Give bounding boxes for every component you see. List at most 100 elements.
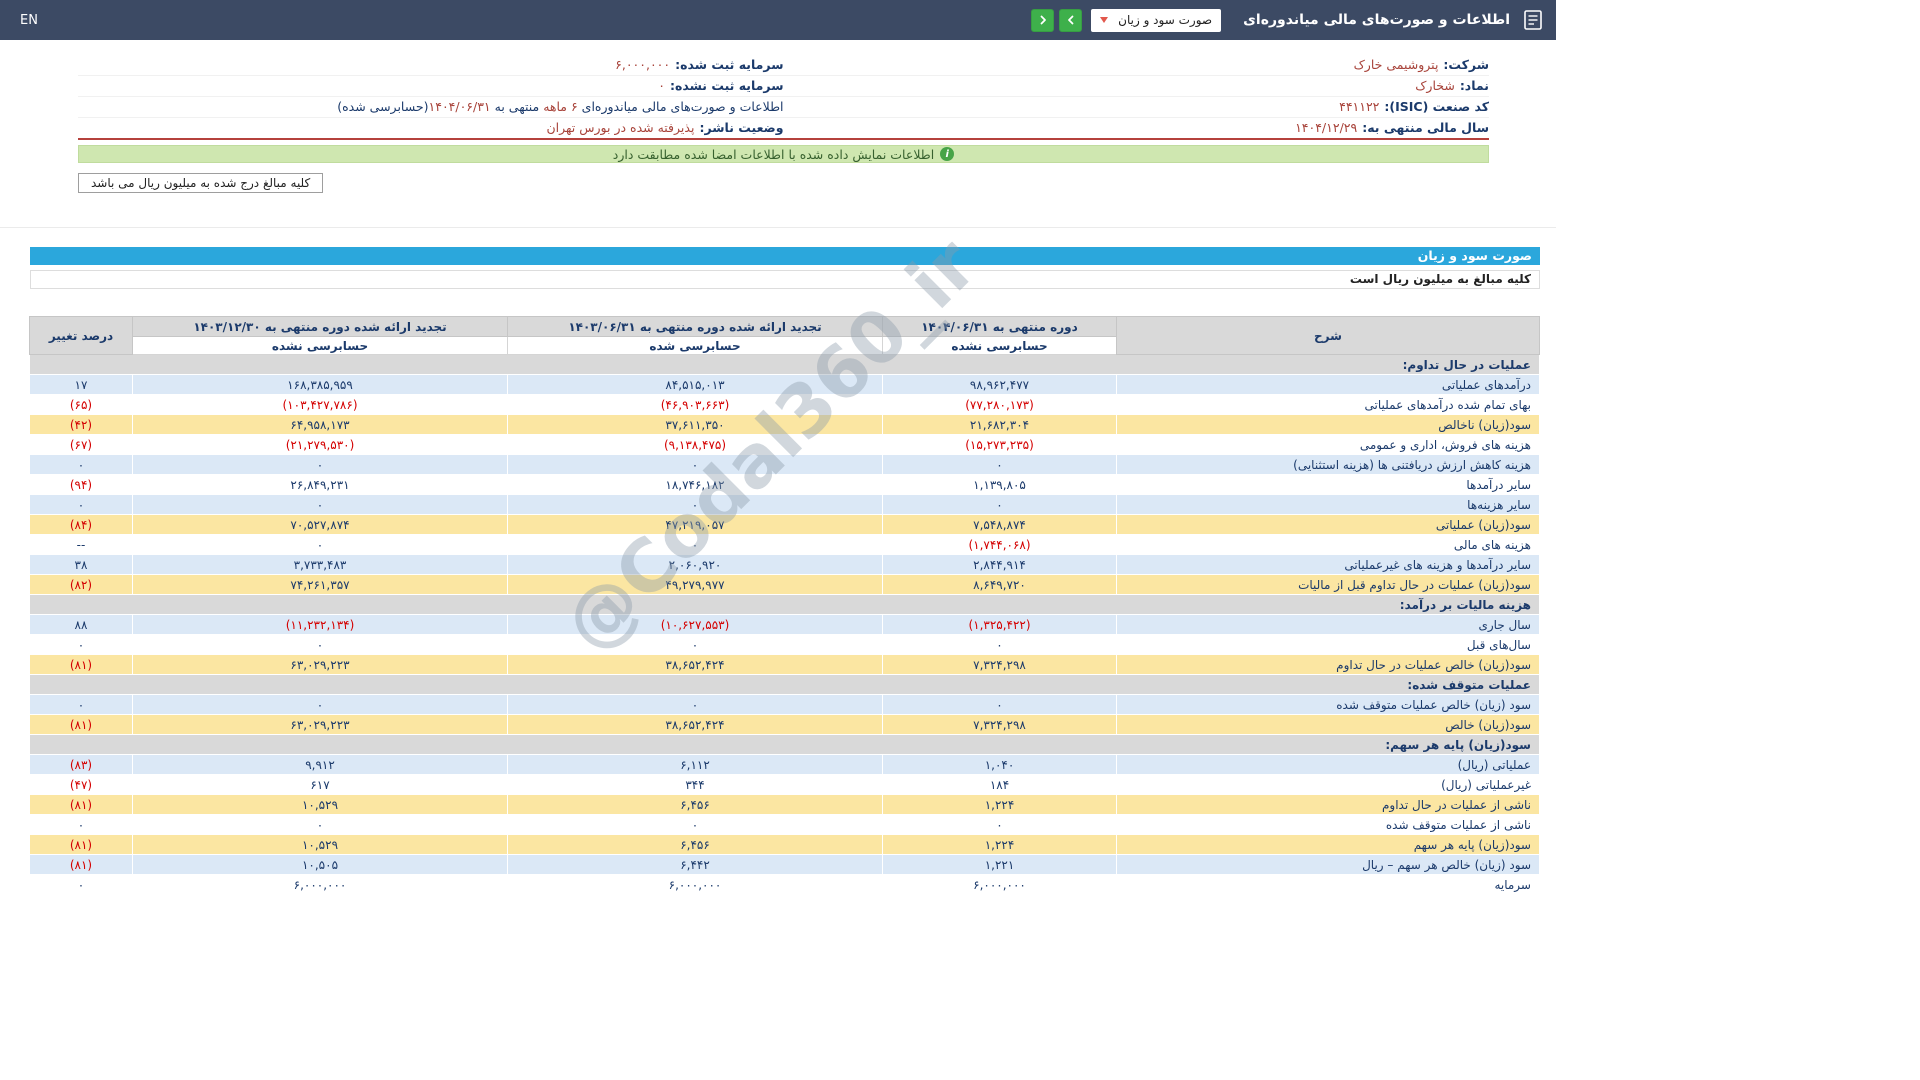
company-pair-right: کد صنعت (ISIC): ۴۴۱۱۲۲ xyxy=(784,99,1490,115)
value-cell: ۶,۴۴۲ xyxy=(508,855,883,875)
change-column-header: درصد تغییر xyxy=(30,317,133,355)
company-field-value: ۱۴۰۴/۱۲/۲۹ xyxy=(1295,120,1357,135)
period-column-header-2: تجدید ارائه شده دوره منتهی به ۱۴۰۳/۱۲/۳۰ xyxy=(133,317,508,337)
change-cell: (۶۵) xyxy=(30,395,133,415)
change-cell: ۱۷ xyxy=(30,375,133,395)
company-field-value: ۴۴۱۱۲۲ xyxy=(1339,99,1379,114)
table-row: سرمایه۶,۰۰۰,۰۰۰۶,۰۰۰,۰۰۰۶,۰۰۰,۰۰۰۰ xyxy=(30,875,1540,895)
section-label: عملیات در حال تداوم: xyxy=(30,355,1540,375)
company-field-text: منتهی به xyxy=(491,99,544,114)
company-info-row: نماد: شخارک سرمایه ثبت نشده:۰ xyxy=(78,76,1489,97)
value-cell: ۰ xyxy=(508,495,883,515)
desc-cell: هزینه های فروش، اداری و عمومی xyxy=(1117,435,1540,455)
change-cell: (۸۴) xyxy=(30,515,133,535)
value-cell: ۱۸۴ xyxy=(883,775,1117,795)
value-cell: ۶۳,۰۲۹,۲۲۳ xyxy=(133,655,508,675)
value-cell: ۳۷,۶۱۱,۳۵۰ xyxy=(508,415,883,435)
table-row: ناشی از عملیات در حال تداوم۱,۲۲۴۶,۴۵۶۱۰,… xyxy=(30,795,1540,815)
table-row: درآمدهای عملیاتی۹۸,۹۶۲,۴۷۷۸۴,۵۱۵,۰۱۳۱۶۸,… xyxy=(30,375,1540,395)
company-pair-left: سرمایه ثبت نشده:۰ xyxy=(78,78,784,94)
desc-cell: هزینه کاهش ارزش دریافتنی ها (هزینه استثن… xyxy=(1117,455,1540,475)
value-cell: ۱,۰۴۰ xyxy=(883,755,1117,775)
value-cell: ۱,۲۲۴ xyxy=(883,795,1117,815)
units-note-box[interactable]: کلیه مبالغ درج شده به میلیون ریال می باش… xyxy=(78,173,323,193)
audit-subheader-1: حسابرسی شده xyxy=(508,337,883,355)
change-cell: (۸۱) xyxy=(30,655,133,675)
value-cell: (۱,۷۴۴,۰۶۸) xyxy=(883,535,1117,555)
change-cell: ۰ xyxy=(30,495,133,515)
company-pair-right: شرکت:پتروشیمی خارک xyxy=(784,57,1490,73)
table-row: سود(زیان) پایه هر سهم۱,۲۲۴۶,۴۵۶۱۰,۵۲۹(۸۱… xyxy=(30,835,1540,855)
table-row: سود(زیان) خالص عملیات در حال تداوم۷,۳۲۴,… xyxy=(30,655,1540,675)
value-cell: (۷۷,۲۸۰,۱۷۳) xyxy=(883,395,1117,415)
desc-cell: سود (زیان) خالص عملیات متوقف شده xyxy=(1117,695,1540,715)
value-cell: (۹,۱۳۸,۴۷۵) xyxy=(508,435,883,455)
value-cell: ۹,۹۱۲ xyxy=(133,755,508,775)
value-cell: ۷۰,۵۲۷,۸۷۴ xyxy=(133,515,508,535)
chevron-right-icon xyxy=(1038,15,1048,25)
value-cell: ۶,۱۱۲ xyxy=(508,755,883,775)
change-cell: ۰ xyxy=(30,635,133,655)
desc-cell: غیرعملیاتی (ریال) xyxy=(1117,775,1540,795)
desc-cell: بهای تمام شده درآمدهای عملیاتی xyxy=(1117,395,1540,415)
value-cell: (۲۱,۲۷۹,۵۳۰) xyxy=(133,435,508,455)
desc-cell: درآمدهای عملیاتی xyxy=(1117,375,1540,395)
table-row: سایر درآمدها۱,۱۳۹,۸۰۵۱۸,۷۴۶,۱۸۲۲۶,۸۴۹,۲۳… xyxy=(30,475,1540,495)
statement-select-value: صورت سود و زیان xyxy=(1118,13,1212,27)
pl-table: شرح دوره منتهی به ۱۴۰۴/۰۶/۳۱ تجدید ارائه… xyxy=(29,316,1540,895)
units-box-wrap: کلیه مبالغ درج شده به میلیون ریال می باش… xyxy=(78,172,1478,193)
language-toggle[interactable]: EN xyxy=(20,13,38,28)
value-cell: ۱,۲۲۴ xyxy=(883,835,1117,855)
value-cell: ۱۰,۵۲۹ xyxy=(133,835,508,855)
company-field-value: ۶,۰۰۰,۰۰۰ xyxy=(615,57,670,72)
value-cell: ۹۸,۹۶۲,۴۷۷ xyxy=(883,375,1117,395)
prev-statement-button[interactable] xyxy=(1031,9,1054,32)
desc-cell: سود(زیان) پایه هر سهم xyxy=(1117,835,1540,855)
desc-cell: عملیاتی (ریال) xyxy=(1117,755,1540,775)
value-cell: (۱۵,۲۷۳,۲۳۵) xyxy=(883,435,1117,455)
change-cell: (۸۱) xyxy=(30,835,133,855)
value-cell: ۱۰,۵۰۵ xyxy=(133,855,508,875)
value-cell: ۰ xyxy=(883,815,1117,835)
value-cell: ۱,۲۲۱ xyxy=(883,855,1117,875)
company-field-label: نماد: xyxy=(1460,78,1489,93)
value-cell: ۳۸,۶۵۲,۴۲۴ xyxy=(508,655,883,675)
table-row: سایر هزینه‌ها۰۰۰۰ xyxy=(30,495,1540,515)
section-row: عملیات در حال تداوم: xyxy=(30,355,1540,375)
desc-cell: سود(زیان) خالص xyxy=(1117,715,1540,735)
value-cell: ۲۶,۸۴۹,۲۳۱ xyxy=(133,475,508,495)
desc-cell: ناشی از عملیات متوقف شده xyxy=(1117,815,1540,835)
table-row: هزینه کاهش ارزش دریافتنی ها (هزینه استثن… xyxy=(30,455,1540,475)
top-navbar: اطلاعات و صورت‌های مالی میاندوره‌ای صورت… xyxy=(0,0,1556,40)
company-field-label: کد صنعت (ISIC): xyxy=(1384,99,1489,114)
value-cell: ۳,۷۳۳,۴۸۳ xyxy=(133,555,508,575)
table-row: سود(زیان) خالص۷,۳۲۴,۲۹۸۳۸,۶۵۲,۴۲۴۶۳,۰۲۹,… xyxy=(30,715,1540,735)
company-field-value: پذیرفته شده در بورس تهران xyxy=(546,120,694,135)
value-cell: ۶۳,۰۲۹,۲۲۳ xyxy=(133,715,508,735)
next-statement-button[interactable] xyxy=(1059,9,1082,32)
section-row: عملیات متوقف شده: xyxy=(30,675,1540,695)
company-field-label: شرکت: xyxy=(1443,57,1489,72)
company-field-value: شخارک xyxy=(1415,78,1455,93)
value-cell: ۰ xyxy=(508,815,883,835)
desc-column-header: شرح xyxy=(1117,317,1540,355)
statement-select[interactable]: صورت سود و زیان xyxy=(1091,9,1221,32)
value-cell: ۲۱,۶۸۲,۳۰۴ xyxy=(883,415,1117,435)
company-field-value: ۶ ماهه xyxy=(543,99,578,114)
value-cell: ۷۴,۲۶۱,۳۵۷ xyxy=(133,575,508,595)
audit-subheader-0: حسابرسی نشده xyxy=(883,337,1117,355)
value-cell: ۶,۴۵۶ xyxy=(508,835,883,855)
value-cell: (۴۶,۹۰۳,۶۶۳) xyxy=(508,395,883,415)
value-cell: ۶,۰۰۰,۰۰۰ xyxy=(133,875,508,895)
statement-title-bar: صورت سود و زیان xyxy=(30,247,1540,265)
value-cell: (۱۱,۲۳۲,۱۳۴) xyxy=(133,615,508,635)
value-cell: ۷,۵۴۸,۸۷۴ xyxy=(883,515,1117,535)
value-cell: ۷,۳۲۴,۲۹۸ xyxy=(883,715,1117,735)
value-cell: ۱۰,۵۲۹ xyxy=(133,795,508,815)
value-cell: ۶,۴۵۶ xyxy=(508,795,883,815)
desc-cell: هزینه های مالی xyxy=(1117,535,1540,555)
value-cell: ۰ xyxy=(133,815,508,835)
value-cell: ۲,۰۶۰,۹۲۰ xyxy=(508,555,883,575)
desc-cell: سایر درآمدها xyxy=(1117,475,1540,495)
value-cell: ۰ xyxy=(133,535,508,555)
